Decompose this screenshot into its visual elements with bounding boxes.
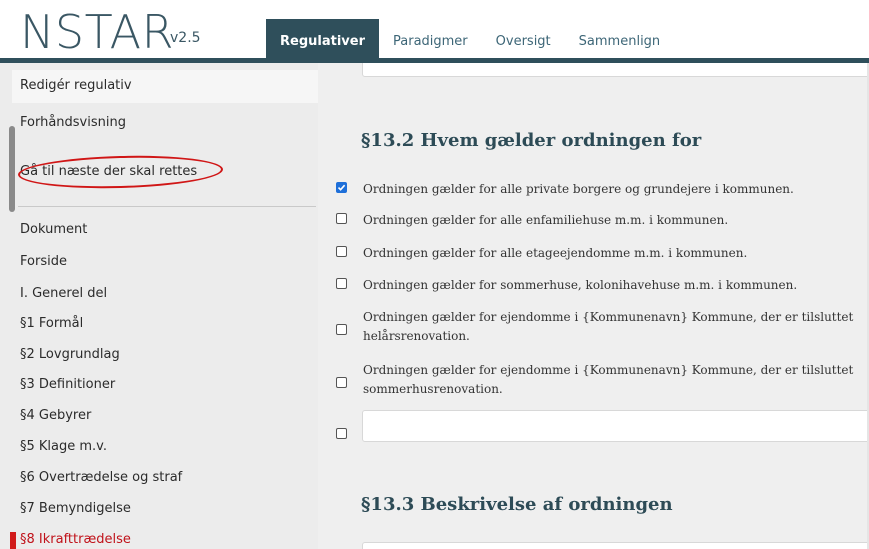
option-row: Ordningen gælder for ejendomme i {Kommun… [336,308,868,346]
option-label: Ordningen gælder for ejendomme i {Kommun… [363,310,854,343]
sidebar-item-dokument[interactable]: Dokument [20,222,87,237]
app-version: v2.5 [170,30,201,46]
top-header: NSTAR v2.5 Regulativer Paradigmer Oversi… [0,0,869,63]
option-row [336,426,347,439]
sidebar-divider [18,206,316,207]
option-checkbox[interactable] [336,213,347,224]
option-row: Ordningen gælder for ejendomme i {Kommun… [336,361,868,399]
option-checkbox[interactable] [336,182,347,193]
check-icon [337,184,346,191]
sidebar-item-definitioner[interactable]: §3 Definitioner [20,377,115,392]
section-heading-13-2: §13.2 Hvem gælder ordningen for [361,130,702,151]
main-content: §13.2 Hvem gælder ordningen for Ordninge… [318,63,869,549]
sidebar-item-gebyrer[interactable]: §4 Gebyrer [20,408,91,423]
sidebar-item-klage[interactable]: §5 Klage m.v. [20,439,107,454]
option-label: Ordningen gælder for alle private borger… [363,182,794,196]
app-logo: NSTAR [20,5,175,59]
sidebar-item-bemyndigelse[interactable]: §7 Bemyndigelse [20,501,131,516]
custom-option-input[interactable] [362,410,869,442]
sidebar-item-ikrafttraedelse[interactable]: §8 Ikrafttrædelse [20,532,131,547]
main-tabs: Regulativer Paradigmer Oversigt Sammenli… [266,19,674,61]
option-label: Ordningen gælder for ejendomme i {Kommun… [363,363,854,396]
option-label: Ordningen gælder for sommerhuse, kolonih… [363,278,798,292]
option-row: Ordningen gælder for alle enfamiliehuse … [336,211,868,230]
option-row: Ordningen gælder for alle private borger… [336,180,868,199]
preview-button[interactable]: Forhåndsvisning [20,115,126,130]
option-checkbox[interactable] [336,278,347,289]
sidebar-item-generel-del[interactable]: I. Generel del [20,286,107,301]
option-checkbox[interactable] [336,324,347,335]
option-checkbox[interactable] [336,428,347,439]
tab-regulativer[interactable]: Regulativer [266,19,379,61]
tab-sammenlign[interactable]: Sammenlign [565,19,675,61]
section-heading-13-3: §13.3 Beskrivelse af ordningen [361,494,673,515]
option-row: Ordningen gælder for sommerhuse, kolonih… [336,276,868,295]
sidebar-scrollbar[interactable] [9,126,15,212]
description-field[interactable] [362,542,869,549]
option-row: Ordningen gælder for alle etageejendomme… [336,244,868,263]
sidebar-item-overtraedelse[interactable]: §6 Overtrædelse og straf [20,470,182,485]
option-label: Ordningen gælder for alle enfamiliehuse … [363,213,729,227]
sidebar-item-lovgrundlag[interactable]: §2 Lovgrundlag [20,347,120,362]
tab-oversigt[interactable]: Oversigt [482,19,565,61]
sidebar-item-forside[interactable]: Forside [20,254,67,269]
edit-regulation-button[interactable]: Redigér regulativ [20,78,132,93]
active-item-marker [10,532,16,549]
option-checkbox[interactable] [336,377,347,388]
sidebar: Redigér regulativ Forhåndsvisning Gå til… [0,63,318,549]
option-label: Ordningen gælder for alle etageejendomme… [363,246,748,260]
sidebar-item-formaal[interactable]: §1 Formål [20,316,83,331]
tab-paradigmer[interactable]: Paradigmer [379,19,482,61]
previous-text-field[interactable] [362,63,869,77]
option-checkbox[interactable] [336,246,347,257]
